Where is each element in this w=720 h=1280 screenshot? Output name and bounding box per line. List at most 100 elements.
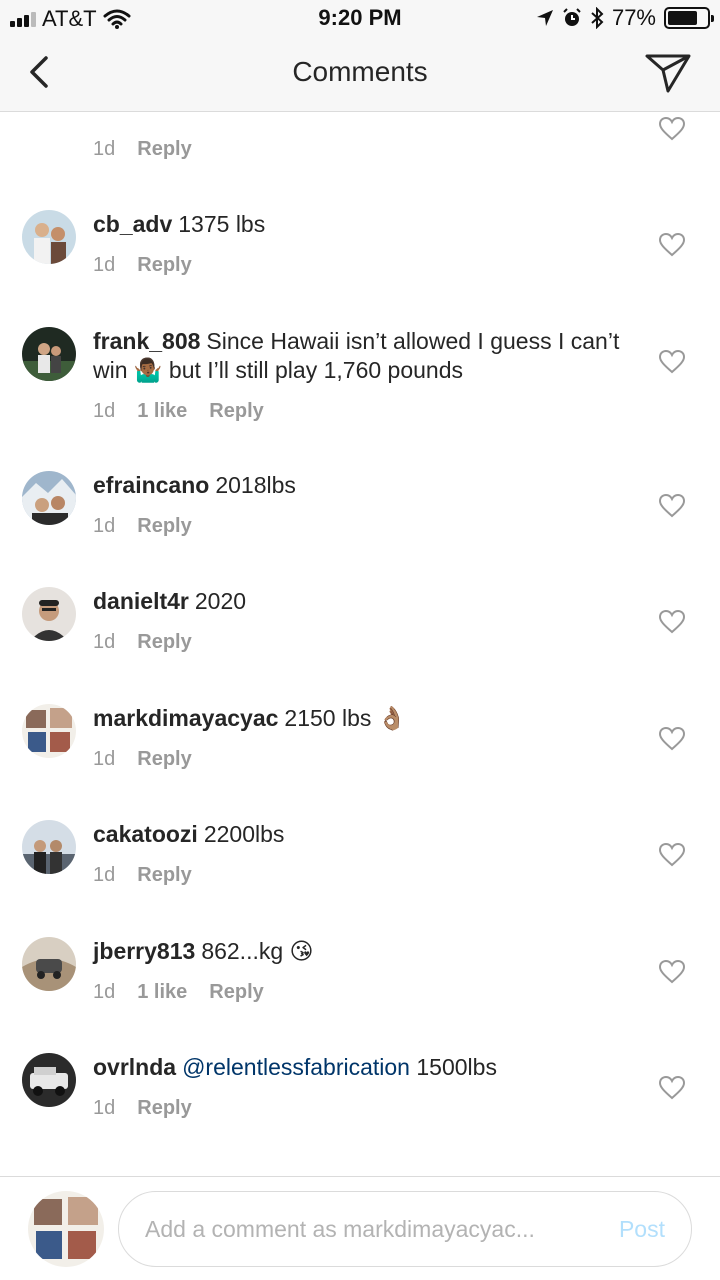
comment-text: efraincano 2018lbs — [93, 471, 620, 500]
reply-button[interactable]: Reply — [209, 981, 263, 1004]
battery-percent-label: 77% — [611, 5, 656, 30]
post-button[interactable]: Post — [619, 1216, 665, 1243]
comment-time: 1d — [93, 138, 116, 160]
heart-icon[interactable] — [659, 1076, 685, 1100]
comment-text: ovrlnda @relentlessfabrication 1500lbs — [93, 1053, 620, 1082]
page-title: Comments — [292, 56, 428, 87]
comment-item: danielt4r 2020 1d Reply — [0, 587, 720, 703]
comment-item: efraincano 2018lbs 1d Reply — [0, 471, 720, 587]
comment-item: cakatoozi 2200lbs 1d Reply — [0, 820, 720, 936]
bluetooth-icon — [591, 7, 604, 29]
comment-meta: 1d Reply — [93, 138, 192, 161]
likes-count[interactable]: 1 like — [137, 981, 187, 1004]
likes-count[interactable]: 1 like — [137, 400, 187, 423]
comment-content: 2200lbs — [203, 821, 285, 847]
comment-body: markdimayacyac 2150 lbs 👌🏽 — [93, 704, 620, 733]
comment-meta: 1d Reply — [93, 1097, 192, 1120]
comment-body: danielt4r 2020 — [93, 587, 620, 616]
heart-icon[interactable] — [659, 494, 685, 518]
comment-username[interactable]: jberry813 — [93, 938, 195, 964]
comment-body: frank_808 Since Hawaii isn’t allowed I gu… — [93, 327, 620, 385]
avatar[interactable] — [22, 820, 76, 874]
comment-time: 1d — [93, 631, 116, 653]
comment-username[interactable]: cb_adv — [93, 211, 172, 237]
comment-time: 1d — [93, 515, 116, 537]
reply-button[interactable]: Reply — [137, 864, 191, 887]
avatar[interactable] — [22, 1053, 76, 1107]
comment-meta: 1d Reply — [93, 631, 192, 654]
reply-button[interactable]: Reply — [137, 631, 191, 654]
comment-item: ovrlnda @relentlessfabrication 1500lbs 1d… — [0, 1053, 720, 1169]
comment-meta: 1d Reply — [93, 254, 192, 277]
comment-body: efraincano 2018lbs — [93, 471, 620, 500]
comment-content: 2150 lbs 👌🏽 — [284, 705, 407, 731]
comment-time: 1d — [93, 254, 116, 276]
comment-text: cb_adv 1375 lbs — [93, 210, 620, 239]
comment-text: markdimayacyac 2150 lbs 👌🏽 — [93, 704, 620, 733]
status-bar: AT&T 9:20 PM 77% — [0, 0, 720, 36]
comment-input[interactable] — [145, 1215, 609, 1243]
comment-username[interactable]: markdimayacyac — [93, 705, 278, 731]
comment-content: 1375 lbs — [178, 211, 266, 237]
comment-composer: Post — [0, 1176, 720, 1280]
comment-body: jberry813 862...kg 😘 — [93, 937, 620, 966]
comment-text: frank_808 Since Hawaii isn’t allowed I gu… — [93, 327, 620, 385]
paper-plane-icon[interactable] — [644, 52, 692, 94]
comment-item: frank_808 Since Hawaii isn’t allowed I gu… — [0, 327, 720, 471]
heart-icon[interactable] — [659, 117, 685, 141]
avatar[interactable] — [28, 1191, 104, 1267]
comment-text: jberry813 862...kg 😘 — [93, 937, 620, 966]
reply-button[interactable]: Reply — [209, 400, 263, 423]
comment-username[interactable]: ovrlnda — [93, 1054, 176, 1080]
reply-button[interactable]: Reply — [137, 1097, 191, 1120]
avatar[interactable] — [22, 210, 76, 264]
comment-time: 1d — [93, 1097, 116, 1119]
comment-mention[interactable]: @relentlessfabrication — [182, 1054, 410, 1080]
comment-username[interactable]: efraincano — [93, 472, 209, 498]
location-arrow-icon — [536, 10, 553, 26]
comment-meta: 1d 1 like Reply — [93, 400, 264, 423]
reply-button[interactable]: Reply — [137, 748, 191, 771]
comment-text: danielt4r 2020 — [93, 587, 620, 616]
comment-content: 2020 — [194, 588, 247, 614]
comment-meta: 1d Reply — [93, 515, 192, 538]
comment-body: cb_adv 1375 lbs — [93, 210, 620, 239]
battery-icon — [664, 7, 714, 29]
comments-list[interactable]: pagezachariah861345lbs 1d Reply cb_adv13… — [0, 113, 720, 1175]
comment-time: 1d — [93, 400, 116, 422]
heart-icon[interactable] — [659, 843, 685, 867]
comment-body: ovrlnda @relentlessfabrication 1500lbs — [93, 1053, 620, 1082]
avatar[interactable] — [22, 587, 76, 641]
comment-body: cakatoozi 2200lbs — [93, 820, 620, 849]
comment-item: jberry813 862...kg 😘 1d 1 like Reply — [0, 937, 720, 1053]
reply-button[interactable]: Reply — [137, 254, 191, 277]
heart-icon[interactable] — [659, 350, 685, 374]
heart-icon[interactable] — [659, 727, 685, 751]
avatar[interactable] — [22, 471, 76, 525]
heart-icon[interactable] — [659, 610, 685, 634]
avatar[interactable] — [22, 937, 76, 991]
reply-button[interactable]: Reply — [137, 515, 191, 538]
comment-username[interactable]: danielt4r — [93, 588, 189, 614]
comment-time: 1d — [93, 981, 116, 1003]
comment-username[interactable]: cakatoozi — [93, 821, 198, 847]
comment-meta: 1d Reply — [93, 748, 192, 771]
comment-item: markdimayacyac 2150 lbs 👌🏽 1d Reply — [0, 704, 720, 820]
reply-button[interactable]: Reply — [137, 138, 191, 161]
alarm-icon — [563, 8, 581, 26]
avatar[interactable] — [22, 327, 76, 381]
comment-meta: 1d Reply — [93, 864, 192, 887]
comment-time: 1d — [93, 864, 116, 886]
comment-username[interactable]: frank_808 — [93, 328, 200, 354]
comment-text: cakatoozi 2200lbs — [93, 820, 620, 849]
comment-meta: 1d 1 like Reply — [93, 981, 264, 1004]
status-right: 77% — [536, 5, 714, 31]
comment-field[interactable]: Post — [118, 1191, 692, 1267]
heart-icon[interactable] — [659, 233, 685, 257]
comment-content: 862...kg 😘 — [201, 938, 314, 964]
comment-content: 1500lbs — [416, 1054, 497, 1080]
heart-icon[interactable] — [659, 960, 685, 984]
comment-time: 1d — [93, 748, 116, 770]
avatar[interactable] — [22, 704, 76, 758]
header: Comments — [0, 36, 720, 112]
